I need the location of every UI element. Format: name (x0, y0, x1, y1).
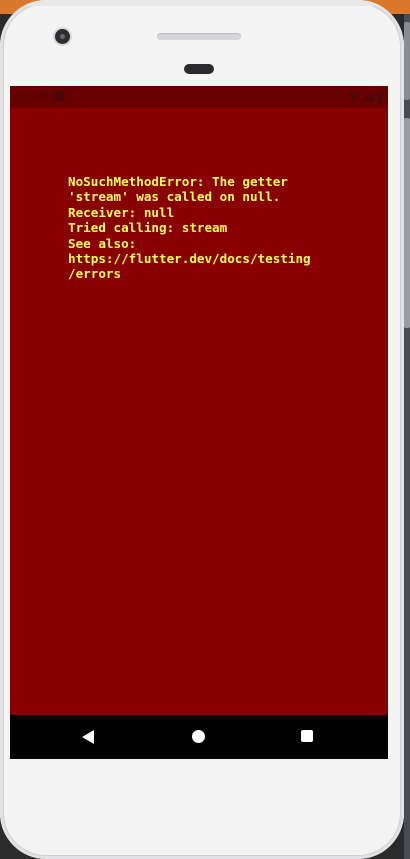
power-button[interactable] (404, 22, 410, 100)
error-line: Tried calling: stream (68, 220, 228, 236)
status-icons (347, 91, 382, 103)
back-icon[interactable] (82, 730, 94, 744)
error-message: NoSuchMethodError: The getter 'stream' w… (68, 174, 378, 282)
error-line: See also: (68, 235, 137, 251)
battery-icon (377, 91, 382, 103)
error-line: Receiver: null (68, 204, 175, 220)
phone-chin (0, 760, 404, 859)
g-notification-icon (53, 90, 65, 102)
home-icon[interactable] (192, 730, 205, 743)
phone-screen: 10:35 NoSuchMethodError: The getter 'str… (10, 86, 388, 759)
signal-icon (363, 92, 373, 102)
phone-frame: 10:35 NoSuchMethodError: The getter 'str… (0, 0, 404, 859)
error-line: NoSuchMethodError: The getter (68, 174, 288, 189)
volume-buttons[interactable] (404, 118, 410, 328)
phone-top-edge (0, 0, 404, 6)
navigation-bar (10, 715, 388, 759)
status-bar: 10:35 (10, 86, 388, 108)
error-line: 'stream' was called on null. (68, 189, 281, 205)
recents-icon[interactable] (301, 730, 313, 742)
status-time: 10:35 (17, 90, 50, 103)
proximity-sensor (184, 64, 214, 74)
wifi-icon (347, 92, 359, 102)
error-link: https://flutter.dev/docs/testing (68, 251, 311, 267)
earpiece-speaker (157, 33, 241, 40)
error-link-continued: /errors (68, 266, 122, 282)
camera-lens (60, 34, 65, 39)
error-screen: NoSuchMethodError: The getter 'stream' w… (10, 108, 388, 715)
